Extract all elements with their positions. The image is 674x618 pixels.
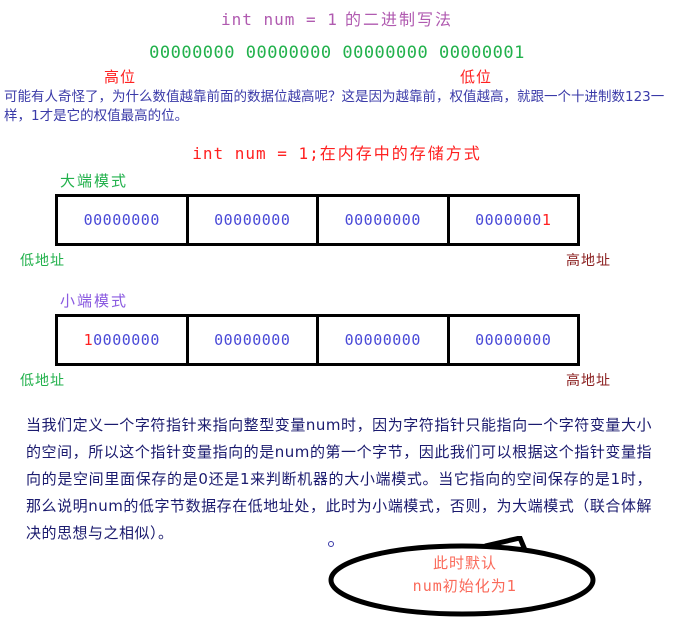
callout-text: 此时默认 num初始化为1 — [370, 552, 560, 598]
byte-cell: 00000000 — [450, 317, 578, 363]
memory-title-code: int num = 1; — [192, 144, 320, 163]
byte-zeros: 00000000 — [83, 211, 160, 229]
big-endian-byte-table: 00000000 00000000 00000000 0000000 1 — [55, 194, 580, 246]
byte-zeros: 00000000 — [344, 211, 421, 229]
little-endian-label: 小端模式 — [60, 292, 129, 310]
byte-zeros: 00000000 — [475, 331, 552, 349]
big-endian-label: 大端模式 — [60, 172, 129, 190]
why-paragraph: 可能有人奇怪了，为什么数值越靠前面的数据位越高呢？这是因为越靠前，权值越高，就跟… — [4, 89, 665, 124]
byte-cell: 00000000 — [189, 197, 319, 243]
byte-cell: 1 0000000 — [58, 317, 189, 363]
high-bit-label: 高位 — [104, 68, 137, 86]
byte-zeros: 00000000 — [344, 331, 421, 349]
little-endian-high-address-label: 高地址 — [566, 373, 611, 389]
little-endian-low-address-label: 低地址 — [20, 373, 65, 389]
byte-zeros: 0000000 — [93, 331, 160, 349]
big-endian-low-address-label: 低地址 — [20, 253, 65, 269]
byte-hot-bit: 1 — [541, 211, 552, 229]
callout-var-name: num — [412, 577, 443, 595]
byte-cell: 00000000 — [58, 197, 189, 243]
binary-title-cjk: 的二进制写法 — [337, 10, 454, 29]
callout-line-2: num初始化为1 — [370, 575, 560, 598]
callout-line-2-suffix: 初始化为1 — [442, 577, 518, 595]
memory-title: int num = 1;在内存中的存储方式 — [0, 140, 674, 164]
explanation-paragraph: 当我们定义一个字符指针来指向整型变量num时，因为字符指针只能指向一个字符变量大… — [26, 416, 652, 542]
byte-cell: 00000000 — [319, 317, 450, 363]
byte-cell: 0000000 1 — [450, 197, 578, 243]
binary-title-code: int num = 1 — [220, 10, 338, 29]
byte-zeros: 00000000 — [214, 331, 291, 349]
byte-cell: 00000000 — [319, 197, 450, 243]
byte-hot-bit: 1 — [83, 331, 94, 349]
memory-title-cjk: 在内存中的存储方式 — [319, 144, 482, 163]
byte-cell: 00000000 — [189, 317, 319, 363]
big-endian-high-address-label: 高地址 — [566, 253, 611, 269]
byte-zeros: 00000000 — [214, 211, 291, 229]
low-bit-label: 低位 — [460, 68, 493, 86]
little-endian-byte-table: 1 0000000 00000000 00000000 00000000 — [55, 314, 580, 366]
binary-bits-row: 00000000 00000000 00000000 00000001 — [149, 43, 525, 63]
binary-title: int num = 1 的二进制写法 — [0, 6, 674, 30]
byte-zeros: 0000000 — [475, 211, 542, 229]
callout-line-1: 此时默认 — [432, 554, 497, 572]
